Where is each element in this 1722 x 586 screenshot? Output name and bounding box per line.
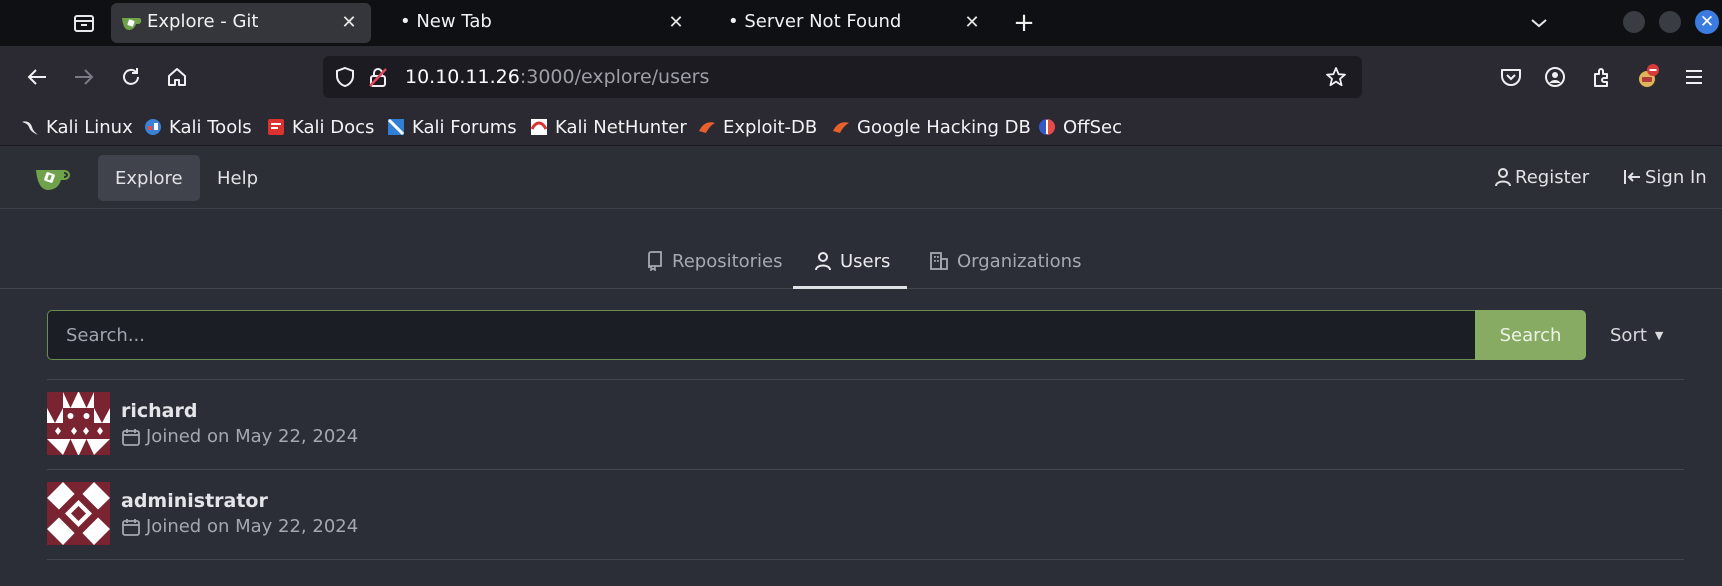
- user-name-link[interactable]: administrator: [121, 490, 268, 512]
- kali-docs-icon: [268, 119, 284, 135]
- avatar[interactable]: [47, 482, 110, 545]
- kali-dragon-icon: [22, 121, 38, 135]
- bookmark-label: Kali Tools: [169, 116, 252, 138]
- gitea-logo-icon[interactable]: [34, 162, 74, 194]
- joined-text: Joined on May 22, 2024: [146, 516, 359, 537]
- tab-title: Server Not Found: [744, 11, 902, 32]
- minimize-button[interactable]: [1623, 11, 1645, 33]
- joined-text: Joined on May 22, 2024: [146, 426, 359, 447]
- joined-date: Joined on May 22, 2024: [121, 426, 358, 447]
- user-icon: [815, 252, 831, 271]
- calendar-icon: [122, 518, 140, 536]
- bookmark-label: OffSec: [1063, 116, 1122, 138]
- sign-in-link[interactable]: Sign In: [1622, 159, 1707, 195]
- gitea-navbar: Explore Help Register Sign In: [0, 146, 1722, 209]
- bookmark-kali-docs[interactable]: Kali Docs: [266, 114, 374, 140]
- sign-in-label: Sign In: [1645, 166, 1707, 188]
- nav-help[interactable]: Help: [200, 155, 275, 201]
- bookmark-label: Kali Docs: [292, 116, 375, 138]
- hamburger-menu-icon[interactable]: [1679, 62, 1709, 92]
- bookmark-kali-linux[interactable]: Kali Linux: [20, 114, 133, 140]
- url-bar[interactable]: 10.10.11.26:3000/explore/users: [323, 56, 1362, 98]
- tab-label: Organizations: [957, 250, 1082, 272]
- url-text: 10.10.11.26:3000/explore/users: [405, 66, 709, 88]
- search-button[interactable]: Search: [1475, 310, 1586, 360]
- register-link[interactable]: Register: [1494, 159, 1589, 195]
- user-icon: [1495, 168, 1511, 187]
- gitea-favicon-icon: [122, 18, 142, 30]
- url-host: 10.10.11.26: [405, 66, 520, 88]
- list-item: richard Joined on May 22, 2024: [47, 379, 1684, 469]
- explore-subnav: Repositories Users Organizations: [0, 209, 1722, 289]
- tab-users[interactable]: Users: [814, 246, 890, 276]
- bookmark-label: Exploit-DB: [723, 116, 818, 138]
- extensions-icon[interactable]: [1587, 62, 1617, 92]
- close-icon[interactable]: ✕: [338, 11, 360, 33]
- exploit-db-icon: [699, 122, 715, 133]
- bookmarks-bar: Kali Linux Kali Tools Kali Docs Kali For…: [0, 108, 1722, 146]
- bookmark-kali-forums[interactable]: Kali Forums: [386, 114, 517, 140]
- bookmark-label: Kali Linux: [46, 116, 133, 138]
- tab-title: New Tab: [416, 11, 492, 32]
- bookmark-kali-tools[interactable]: Kali Tools: [143, 114, 252, 140]
- bookmark-exploit-db[interactable]: Exploit-DB: [697, 114, 817, 140]
- tab-organizations[interactable]: Organizations: [929, 246, 1081, 276]
- shield-icon[interactable]: [333, 66, 357, 88]
- tab-explore-git[interactable]: Explore - Git ✕: [111, 3, 371, 43]
- sign-in-icon: [1624, 170, 1640, 184]
- bookmark-label: Kali Forums: [412, 116, 517, 138]
- tab-repositories[interactable]: Repositories: [646, 246, 783, 276]
- register-label: Register: [1515, 166, 1590, 188]
- close-icon[interactable]: ✕: [961, 11, 983, 33]
- star-icon[interactable]: [1324, 66, 1348, 88]
- organization-icon: [930, 252, 948, 270]
- nav-explore[interactable]: Explore: [98, 155, 200, 201]
- new-tab-button[interactable]: +: [1009, 8, 1039, 38]
- bookmark-offsec[interactable]: OffSec: [1037, 114, 1122, 140]
- insecure-lock-icon[interactable]: [366, 66, 390, 88]
- tab-strip: Explore - Git ✕ • New Tab ✕ • Server Not…: [0, 0, 1722, 46]
- tab-label: Repositories: [672, 250, 783, 272]
- browser-window: Explore - Git ✕ • New Tab ✕ • Server Not…: [0, 0, 1722, 586]
- user-name-link[interactable]: richard: [121, 400, 197, 422]
- ghdb-icon: [833, 122, 849, 133]
- bookmark-kali-nethunter[interactable]: Kali NetHunter: [529, 114, 687, 140]
- caret-down-icon: ▼: [1654, 328, 1664, 342]
- search-input[interactable]: Search...: [47, 310, 1475, 360]
- home-icon[interactable]: [162, 62, 192, 92]
- kali-nethunter-icon: [530, 119, 548, 135]
- window-close-button[interactable]: ✕: [1695, 10, 1719, 34]
- chevron-down-icon[interactable]: [1526, 10, 1552, 36]
- sort-dropdown[interactable]: Sort ▼: [1610, 320, 1663, 350]
- joined-date: Joined on May 22, 2024: [121, 516, 358, 537]
- active-tab-indicator: [793, 286, 907, 289]
- list-item: administrator Joined on May 22, 2024: [47, 469, 1684, 559]
- navigation-toolbar: 10.10.11.26:3000/explore/users: [0, 46, 1722, 108]
- url-path: :3000/explore/users: [519, 66, 710, 88]
- tab-label: Users: [840, 250, 891, 272]
- pocket-icon[interactable]: [1496, 62, 1526, 92]
- avatar[interactable]: [47, 392, 110, 455]
- maximize-button[interactable]: [1659, 11, 1681, 33]
- tab-server-not-found[interactable]: • Server Not Found ✕: [718, 3, 980, 43]
- tab-new-tab[interactable]: • New Tab ✕: [388, 3, 684, 43]
- forward-arrow-icon[interactable]: [69, 62, 99, 92]
- kali-tools-icon: [145, 119, 161, 135]
- bookmark-google-hacking-db[interactable]: Google Hacking DB: [831, 114, 1031, 140]
- calendar-icon: [122, 428, 140, 446]
- close-icon[interactable]: ✕: [665, 11, 687, 33]
- divider: [47, 559, 1684, 560]
- tab-overview-icon[interactable]: [70, 10, 98, 36]
- repo-icon: [648, 251, 662, 271]
- ublock-icon[interactable]: [1633, 62, 1663, 92]
- bookmark-label: Kali NetHunter: [555, 116, 687, 138]
- bookmark-label: Google Hacking DB: [857, 116, 1031, 138]
- account-icon[interactable]: [1540, 62, 1570, 92]
- tab-title: Explore - Git: [147, 11, 259, 32]
- kali-forums-icon: [387, 118, 405, 136]
- back-arrow-icon[interactable]: [22, 62, 52, 92]
- offsec-icon: [1039, 119, 1055, 135]
- reload-icon[interactable]: [116, 62, 146, 92]
- sort-label: Sort: [1610, 324, 1647, 346]
